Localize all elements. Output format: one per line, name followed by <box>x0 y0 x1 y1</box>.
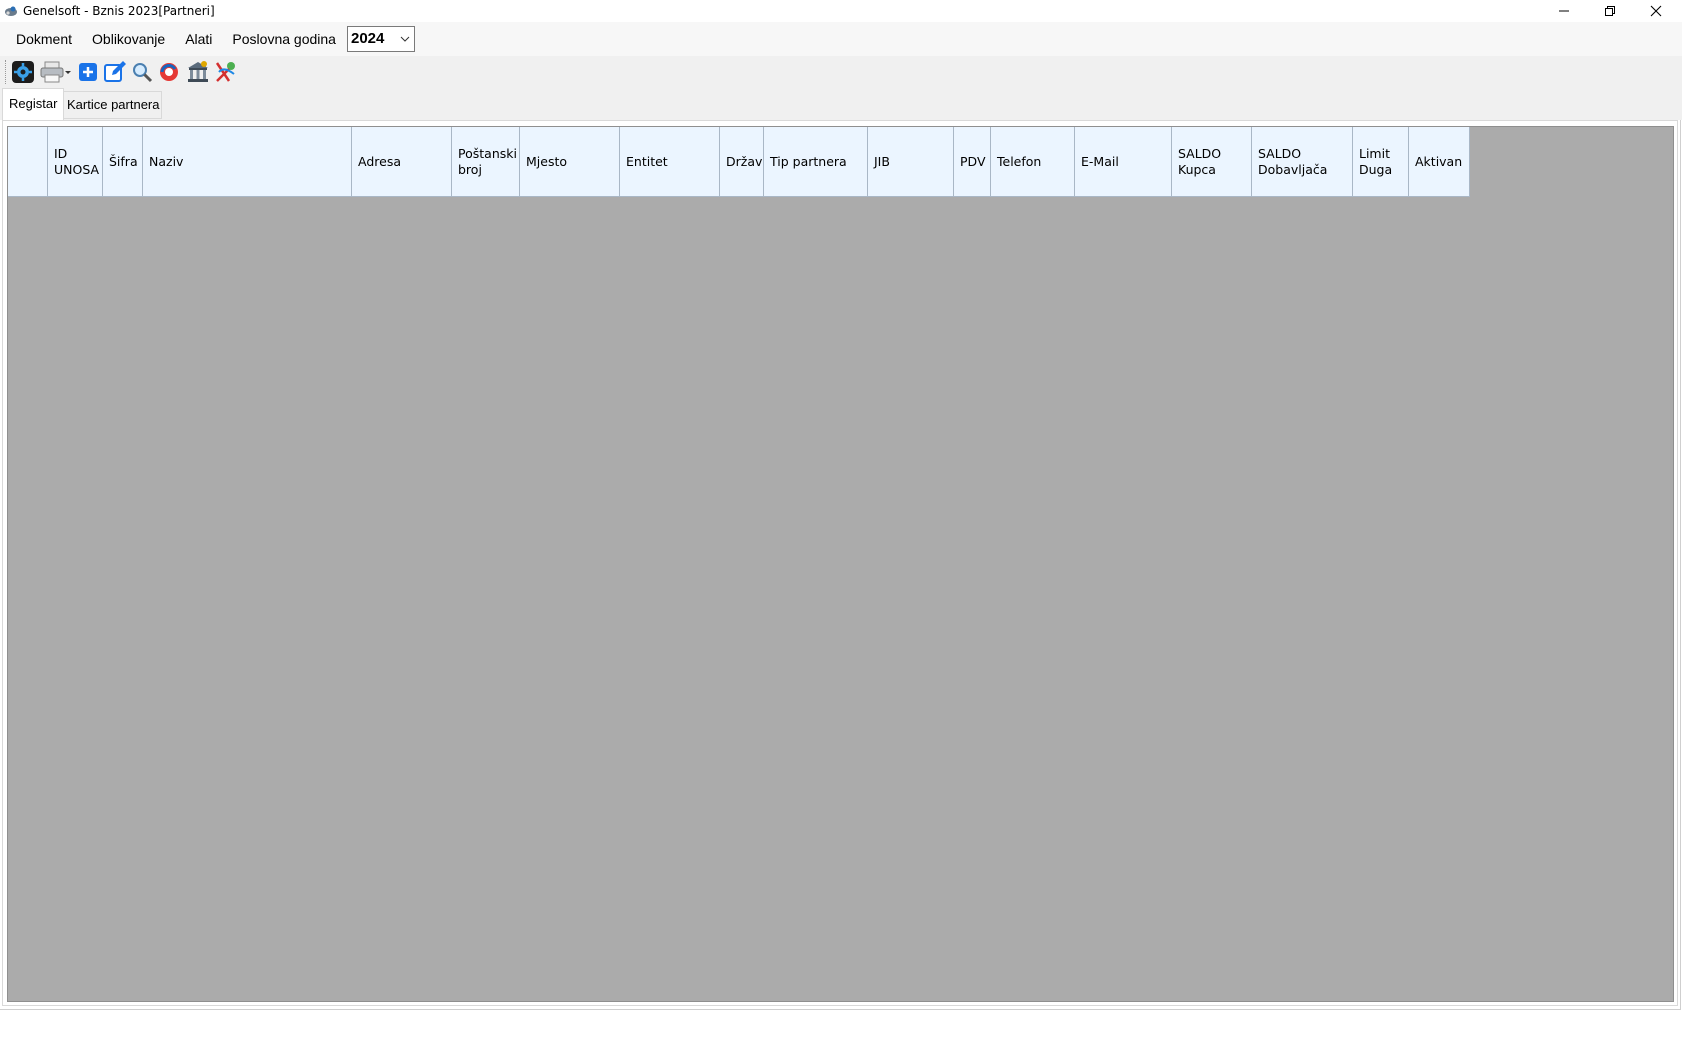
settings-button[interactable] <box>10 59 36 85</box>
business-year-select[interactable]: 2024 <box>347 26 415 52</box>
business-year-value: 2024 <box>351 30 385 47</box>
grid-header-row: ID UNOSA Šifra Naziv Adresa Poštanski br… <box>8 127 1470 197</box>
window-title: Genelsoft - Bznis 2023[Partneri] <box>23 4 215 18</box>
column-header-telefon[interactable]: Telefon <box>991 127 1075 197</box>
restore-icon <box>1605 6 1615 16</box>
bank-icon <box>188 61 208 82</box>
search-button[interactable] <box>130 59 154 85</box>
tab-registar[interactable]: Registar <box>2 88 65 120</box>
minimize-button[interactable] <box>1541 0 1587 22</box>
menu-alati[interactable]: Alati <box>175 27 222 51</box>
column-header-pdv[interactable]: PDV <box>954 127 991 197</box>
settings-icon <box>12 61 34 83</box>
column-header-id-unosa[interactable]: ID UNOSA <box>48 127 103 197</box>
close-icon <box>1650 5 1662 17</box>
print-dropdown-icon <box>40 61 71 83</box>
column-header-mjesto[interactable]: Mjesto <box>520 127 620 197</box>
minimize-icon <box>1559 10 1569 12</box>
column-header-tip-partnera[interactable]: Tip partnera <box>764 127 868 197</box>
column-header-sifra[interactable]: Šifra <box>103 127 143 197</box>
partners-grid[interactable]: ID UNOSA Šifra Naziv Adresa Poštanski br… <box>7 126 1674 1002</box>
column-header-email[interactable]: E-Mail <box>1075 127 1172 197</box>
toolbar-grip[interactable] <box>5 60 8 84</box>
menu-bar: Dokment Oblikovanje Alati Poslovna godin… <box>0 22 1682 56</box>
column-header-limit-duga[interactable]: Limit Duga <box>1353 127 1409 197</box>
menu-dokment[interactable]: Dokment <box>6 27 82 51</box>
refresh-button[interactable] <box>157 59 181 85</box>
add-icon <box>79 63 97 81</box>
menu-oblikovanje[interactable]: Oblikovanje <box>82 27 175 51</box>
tab-strip: Registar Kartice partnera <box>0 88 1682 120</box>
refresh-icon <box>160 63 178 81</box>
column-header-adresa[interactable]: Adresa <box>352 127 452 197</box>
tab-kartice-partnera[interactable]: Kartice partnera <box>62 91 162 119</box>
exit-button[interactable] <box>213 59 239 85</box>
exit-icon <box>215 62 235 82</box>
row-header-column[interactable] <box>8 127 48 197</box>
column-header-drzava[interactable]: Država <box>720 127 764 197</box>
close-button[interactable] <box>1633 0 1679 22</box>
column-header-postanski-broj[interactable]: Poštanski broj <box>452 127 520 197</box>
menu-poslovna-godina-label: Poslovna godina <box>232 31 336 47</box>
edit-icon <box>104 61 126 82</box>
column-header-entitet[interactable]: Entitet <box>620 127 720 197</box>
column-header-naziv[interactable]: Naziv <box>143 127 352 197</box>
app-window: Genelsoft - Bznis 2023[Partneri] Dokment… <box>0 0 1682 1050</box>
column-header-saldo-dobavljaca[interactable]: SALDO Dobavljača <box>1252 127 1353 197</box>
column-header-aktivan[interactable]: Aktivan <box>1409 127 1470 197</box>
print-dropdown-button[interactable] <box>39 59 73 85</box>
column-header-jib[interactable]: JIB <box>868 127 954 197</box>
chevron-down-icon <box>400 36 410 42</box>
bank-button[interactable] <box>185 59 211 85</box>
edit-button[interactable] <box>102 59 128 85</box>
restore-button[interactable] <box>1587 0 1633 22</box>
search-icon <box>133 63 153 83</box>
toolbar <box>0 56 1682 88</box>
title-bar: Genelsoft - Bznis 2023[Partneri] <box>0 0 1682 22</box>
add-button[interactable] <box>76 59 100 85</box>
column-header-saldo-kupca[interactable]: SALDO Kupca <box>1172 127 1252 197</box>
app-logo-icon <box>5 6 17 16</box>
